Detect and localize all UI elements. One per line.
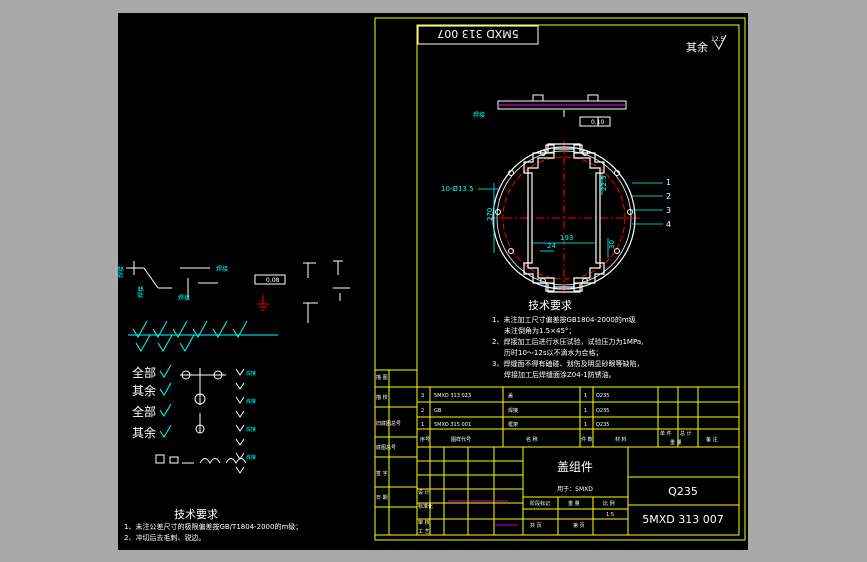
sign-label-2: 审 核 — [418, 519, 430, 526]
leader-3: 3 — [666, 206, 671, 215]
material: Q235 — [668, 485, 698, 498]
bom-header-8: 备 注 — [706, 436, 718, 443]
side-label-5: 日 期 — [376, 495, 388, 501]
bom-row-2-code: 5MXD 315 001 — [434, 422, 471, 428]
used-on: 用于：5MXD — [557, 486, 593, 493]
bom-header-7: 重 量 — [670, 439, 682, 446]
side-label-1: 描 校 — [376, 394, 388, 401]
side-label-2: 旧底图总号 — [376, 420, 401, 427]
drawing-number: 5MXD 313 007 — [642, 513, 723, 526]
scale-value: 1:5 — [606, 512, 614, 518]
dim-24: 24 — [547, 242, 556, 250]
bom-row-0-material: Q235 — [596, 393, 609, 399]
cad-drawing-canvas[interactable]: 焊接 焊接 焊接 焊接 0.08 全部 其余 全部 其余 焊接 焊接 焊接 焊接… — [118, 13, 748, 550]
bom-row-2-name: 框架 — [508, 421, 518, 428]
label-rest-1: 其余 — [132, 383, 156, 398]
tech-requirements: 技术要求 1、未注加工尺寸偏差按GB1804-2000的m级 未注倒角为1.5×… — [492, 299, 643, 379]
svg-text:焊接: 焊接 — [246, 454, 256, 461]
sign-label-5: 重 量 — [568, 500, 580, 507]
bom-row-0-code: 5MXD 313 023 — [434, 393, 471, 399]
left-tech-line-2: 2、冲切后去毛刺、锐边。 — [124, 533, 205, 542]
flatness-value: 0.10 — [591, 119, 605, 126]
plan-view: 10-Ø13.5 270 193 24 22.5 30 1 2 3 4 — [441, 141, 671, 293]
tech-line-3: 2、焊接加工后进行水压试验，试验压力为1MPa, — [492, 337, 643, 346]
bom-header-4: 材 料 — [615, 436, 627, 443]
tech-line-2: 未注倒角为1.5×45°； — [504, 326, 575, 335]
hole-label: 10-Ø13.5 — [441, 185, 474, 193]
side-label-3: 底图总号 — [376, 444, 396, 451]
svg-text:焊接: 焊接 — [246, 426, 256, 433]
drawing-svg: 焊接 焊接 焊接 焊接 0.08 全部 其余 全部 其余 焊接 焊接 焊接 焊接… — [118, 17, 746, 542]
label-rest-2: 其余 — [132, 425, 156, 440]
sign-label-7: 共 页 — [530, 522, 542, 529]
tech-line-6: 焊接加工后焊缝面涂Z04-1防锈油。 — [504, 370, 616, 379]
bom-header-2: 名 称 — [526, 436, 538, 443]
bom-row-2-no: 1 — [421, 422, 424, 428]
leader-1: 1 — [666, 178, 671, 187]
left-tech-line-1: 1、未注公差尺寸的极限偏差按GB/T1804-2000的m级； — [124, 522, 302, 531]
leader-4: 4 — [666, 220, 671, 229]
dim-193: 193 — [560, 234, 573, 242]
bom-row-2-qty: 1 — [584, 422, 587, 428]
bom-row-0-qty: 1 — [584, 393, 587, 399]
top-number-box: 5MXD 313 007 — [417, 25, 539, 45]
svg-text:焊接: 焊接 — [216, 265, 228, 273]
bom-header-5: 单 件 — [660, 430, 672, 437]
bom-header-6: 总 计 — [680, 430, 692, 437]
bom-row-1-name: 焊接 — [508, 407, 518, 414]
bom-header-3: 件 数 — [581, 436, 593, 443]
label-all-2: 全部 — [132, 404, 156, 419]
svg-text:焊接: 焊接 — [473, 111, 485, 119]
dim-22-5: 22.5 — [600, 175, 608, 191]
bom-header-1: 图样代号 — [451, 436, 471, 443]
sign-label-8: 第 页 — [573, 522, 585, 529]
mirror-drawing-no: 5MXD 313 007 — [437, 27, 518, 40]
sign-label-1: 标准化 — [418, 503, 433, 510]
surface-finish-label: 其余 — [686, 40, 708, 54]
bom-row-1-no: 2 — [421, 408, 424, 414]
svg-text:焊接: 焊接 — [246, 398, 256, 405]
side-label-0: 描 图 — [376, 374, 388, 381]
tech-line-1: 1、未注加工尺寸偏差按GB1804-2000的m级 — [492, 315, 636, 324]
bom-row-1-code: GB — [434, 408, 442, 414]
bom-header-0: 序号 — [420, 436, 430, 443]
dim-270: 270 — [486, 208, 494, 221]
left-tol-value: 0.08 — [266, 277, 280, 284]
dim-30: 30 — [608, 240, 616, 249]
roughness-value: 12.5 — [711, 36, 725, 43]
sign-label-0: 设 计 — [418, 489, 430, 496]
svg-text:焊接: 焊接 — [246, 370, 256, 377]
left-tech-heading: 技术要求 — [174, 508, 218, 521]
bom-row-2-material: Q235 — [596, 422, 609, 428]
svg-text:焊接: 焊接 — [137, 286, 145, 298]
part-name: 盖组件 — [557, 460, 593, 474]
label-all-1: 全部 — [132, 365, 156, 380]
tech-heading: 技术要求 — [528, 299, 572, 312]
svg-text:焊接: 焊接 — [118, 266, 125, 278]
bom-row-0-name: 盖 — [508, 392, 513, 399]
title-block: 描 图 描 校 旧底图总号 底图总号 签 字 日 期 3 5MXD 313 02… — [374, 369, 740, 536]
leader-2: 2 — [666, 192, 671, 201]
sign-label-6: 比 例 — [603, 500, 615, 507]
bom-row-1-qty: 1 — [584, 408, 587, 414]
left-symbol-area: 焊接 焊接 焊接 焊接 0.08 全部 其余 全部 其余 焊接 焊接 焊接 焊接… — [118, 260, 350, 542]
bom-row-0-no: 3 — [421, 393, 424, 399]
bom-row-1-material: Q235 — [596, 408, 609, 414]
tech-line-4: 历时10～12s以不滴水为合格； — [504, 348, 602, 357]
svg-text:焊接: 焊接 — [178, 294, 190, 302]
tech-line-5: 3、焊缝面不得有磕碰、划伤及明显砂眼等缺陷， — [492, 359, 643, 368]
sign-label-4: 阶段标记 — [530, 500, 550, 507]
section-view — [497, 94, 627, 127]
sign-label-3: 工 艺 — [418, 529, 430, 535]
side-label-4: 签 字 — [376, 470, 388, 477]
